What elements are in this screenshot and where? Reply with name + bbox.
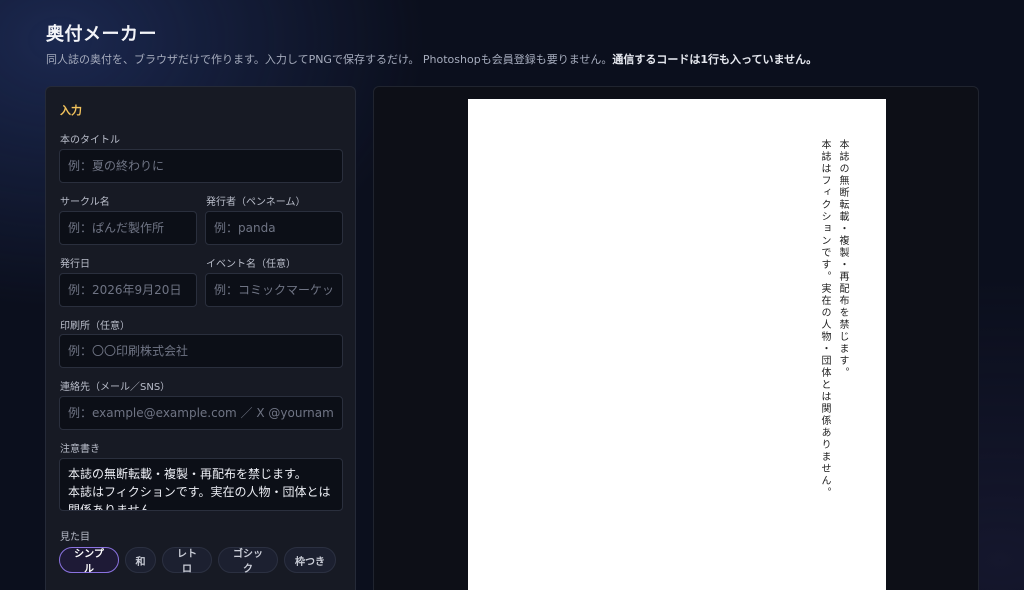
style-option-simple[interactable]: シンプル (59, 547, 119, 575)
subtitle-emphasis: 通信するコードは1行も入っていません。 (612, 53, 818, 66)
publish-date-input[interactable] (59, 273, 197, 307)
input-panel: 入力 本のタイトル サークル名 発行者（ペンネーム） 発行日 イベント名（任意）… (45, 86, 356, 590)
contact-input[interactable] (59, 396, 343, 430)
style-option-gothic[interactable]: ゴシック (218, 547, 278, 575)
circle-name-label: サークル名 (60, 197, 110, 208)
style-option-wa[interactable]: 和 (125, 547, 156, 573)
page-subtitle: 同人誌の奥付を、ブラウザだけで作ります。入力してPNGで保存するだけ。 Phot… (46, 51, 817, 67)
event-name-label: イベント名（任意） (206, 259, 296, 270)
publish-date-label: 発行日 (60, 259, 90, 270)
notes-label: 注意書き (60, 444, 100, 455)
preview-panel: 本誌の無断転載・複製・再配布を禁じます。 本誌はフィクションです。実在の人物・団… (373, 86, 979, 590)
contact-label: 連絡先（メール／SNS） (60, 382, 171, 393)
style-label: 見た目 (60, 532, 90, 543)
notes-textarea[interactable] (59, 458, 343, 511)
event-name-input[interactable] (205, 273, 343, 307)
input-section-title: 入力 (60, 104, 82, 117)
printer-input[interactable] (59, 334, 343, 368)
colophon-preview-page: 本誌の無断転載・複製・再配布を禁じます。 本誌はフィクションです。実在の人物・団… (468, 99, 886, 590)
page-header: 奥付メーカー (46, 20, 157, 46)
style-options: シンプル 和 レトロ ゴシック 枠つき (59, 547, 336, 575)
style-option-framed[interactable]: 枠つき (284, 547, 336, 573)
printer-label: 印刷所（任意） (60, 321, 130, 332)
publisher-label: 発行者（ペンネーム） (206, 197, 306, 208)
subtitle-text: 同人誌の奥付を、ブラウザだけで作ります。入力してPNGで保存するだけ。 Phot… (46, 53, 613, 66)
preview-note-line: 本誌はフィクションです。実在の人物・団体とは関係ありません。 (819, 139, 830, 499)
preview-note-line: 本誌の無断転載・複製・再配布を禁じます。 (837, 139, 848, 379)
publisher-input[interactable] (205, 211, 343, 245)
style-option-retro[interactable]: レトロ (162, 547, 212, 575)
circle-name-input[interactable] (59, 211, 197, 245)
book-title-label: 本のタイトル (60, 135, 120, 146)
book-title-input[interactable] (59, 149, 343, 183)
page-title: 奥付メーカー (46, 24, 157, 45)
